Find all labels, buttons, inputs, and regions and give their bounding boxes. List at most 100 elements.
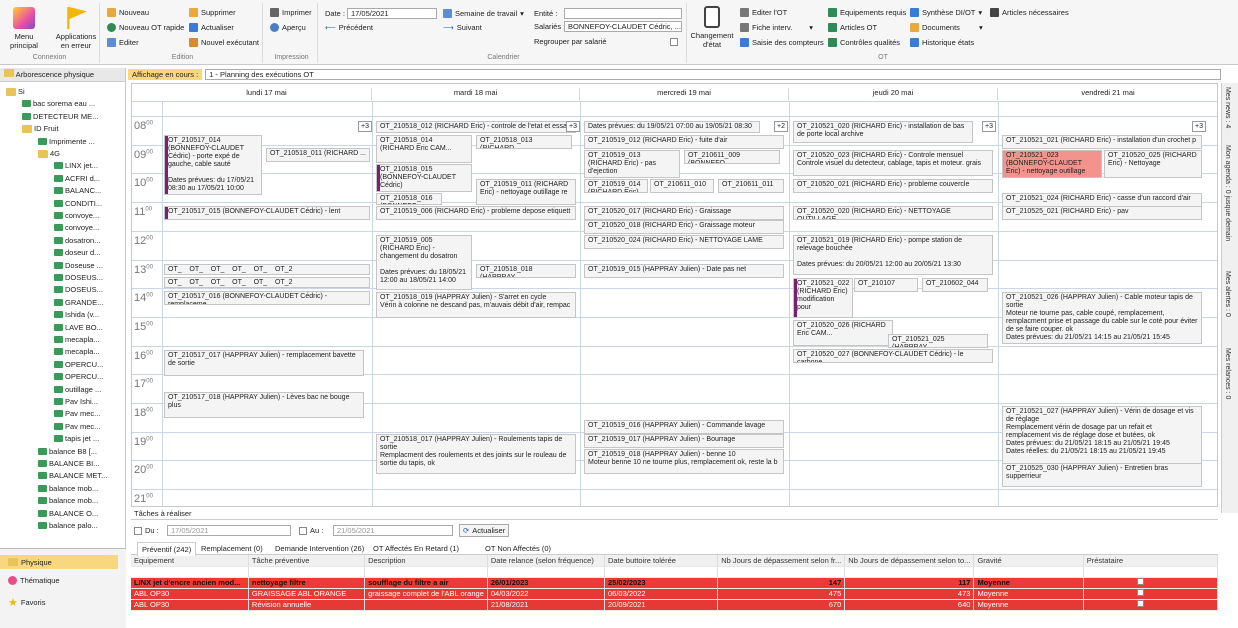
tasks-tab[interactable]: Demande Intervention (26) [271,542,368,555]
column-header[interactable]: Equipement [131,555,249,567]
calendar-event[interactable]: OT_210519_005 (RICHARD Eric) - changemen… [376,235,472,290]
tree-node[interactable]: BALANC... [54,185,101,196]
entite-input[interactable] [564,8,682,19]
nouveau-button[interactable]: Nouveau [107,8,149,17]
tree-node[interactable]: mecapla... [54,334,100,345]
mes-relances-tab[interactable]: Mes relances : 0 [1224,348,1231,399]
tree-node[interactable]: Pav mec... [54,421,100,432]
calendar-event[interactable]: OT_210520_026 (RICHARD Eric CAM... [793,320,893,346]
fiche-interv-dropdown[interactable]: Fiche interv. ▾ [740,23,813,32]
column-header[interactable]: Gravité [973,555,1084,567]
tree-node[interactable]: tapis jet ... [54,433,99,444]
filter-cell[interactable] [487,566,605,578]
calendar-event[interactable]: OT_210521_024 (RICHARD Eric) - casse d'u… [1002,193,1202,207]
calendar-event[interactable]: OT_ OT_ OT_ OT_ OT_ OT_2 [164,277,370,288]
date-input[interactable]: 17/05/2021 [347,8,437,19]
du-checkbox[interactable]: Du : [134,526,159,535]
tree-node[interactable]: outillage ... [54,384,101,395]
column-header[interactable]: Nb Jours de dépassement selon to... [844,555,975,567]
tree-node[interactable]: DETECTEUR ME... [22,111,98,122]
calendar-event[interactable]: Dates prévues: du 19/05/21 07:00 au 19/0… [584,121,760,133]
equipements-requis-button[interactable]: Equipements requis [828,8,906,17]
tree-node[interactable]: convoye... [54,210,99,221]
filter-cell[interactable] [364,566,488,578]
prestataire-checkbox[interactable] [1136,578,1144,585]
calendar-event[interactable]: OT_210517_016 (BONNEFOY-CLAUDET Cédric) … [164,291,370,305]
tasks-table[interactable]: Equipement Tâche préventive Description Dat… [131,555,1219,611]
tree-node[interactable]: 4G [38,148,60,159]
regrouper-checkbox[interactable]: Regrouper par salarié [534,37,678,46]
calendar-event[interactable]: OT_210517_018 (HAPPRAY Julien) - Lèves b… [164,392,364,418]
calendar-event[interactable]: OT_210521_023 (BONNEFOY-CLAUDET Eric) - … [1002,150,1102,178]
calendar-event[interactable]: OT_210521_019 (RICHARD Eric) - pompe sta… [793,235,993,275]
more-events-button[interactable]: +2 [774,121,788,132]
filter-cell[interactable] [844,566,975,578]
apercu-button[interactable]: Aperçu [270,23,306,32]
tasks-tab[interactable]: Préventif (242) [137,542,197,556]
nouvel-executant-button[interactable]: Nouvel exécutant [189,38,259,47]
tasks-tab[interactable]: OT Non Affectés (0) [481,542,555,555]
tree-node[interactable]: ID Fruit [22,123,59,134]
calendar-event[interactable]: OT_210602_044 [922,278,988,292]
more-events-button[interactable]: +3 [358,121,372,132]
calendar-event[interactable]: OT_210521_025 (HAPPRAY... [888,334,988,348]
column-header[interactable]: Nb Jours de dépassement selon fr... [717,555,846,567]
calendar-event[interactable]: OT_210520_017 (RICHARD Eric) - Graissage [584,206,784,220]
calendar-event[interactable]: OT_210518_012 (RICHARD Eric) - controle … [376,121,576,133]
salaries-input[interactable]: BONNEFOY-CLAUDET Cédric, ... [564,21,682,32]
more-events-button[interactable]: +3 [1192,121,1206,132]
column-header[interactable]: Tâche préventive [248,555,366,567]
column-header[interactable]: Date buttoire tolérée [604,555,719,567]
documents-dropdown[interactable]: Documents ▾ [910,23,983,32]
tree-node[interactable]: balance mob... [38,483,98,494]
filter-cell[interactable] [131,566,249,578]
tree-node[interactable]: balance B8 [... [38,446,97,457]
calendar-event[interactable]: OT_210520_027 (BONNEFOY-CLAUDET Cédric) … [793,349,993,363]
nav-favoris[interactable]: ★ Favoris [8,596,45,609]
calendar-event[interactable]: OT_210107 [854,278,918,292]
tasks-tab[interactable]: Remplacement (0) [197,542,267,555]
prestataire-checkbox[interactable] [1136,600,1144,607]
affichage-value[interactable]: 1 - Planning des exécutions OT [205,69,1221,80]
calendar-event[interactable]: OT_210518_011 (RICHARD ... [266,148,370,162]
filter-cell[interactable] [248,566,366,578]
tree-node[interactable]: OPERCU... [54,371,103,382]
calendar-event[interactable]: OT_210519_011 (RICHARD Eric) - nettoyage… [476,179,576,205]
semaine-travail-dropdown[interactable]: Semaine de travail ▾ [443,9,524,18]
tree-node[interactable]: Si [6,86,25,97]
filter-row[interactable] [131,566,1219,578]
calendar-event[interactable]: OT_210518_017 (HAPPRAY Julien) - Rouleme… [376,434,576,474]
calendar-event[interactable]: OT_210520_024 (RICHARD Eric) - NETTOYAGE… [584,235,784,249]
tree-node[interactable]: GRANDE... [54,297,103,308]
calendar-event[interactable]: OT_210520_018 (RICHARD Eric) - Graissage… [584,220,784,234]
tree-node[interactable]: bac sorema eau ... [22,98,95,109]
tree-node[interactable]: DOSEUS... [54,272,103,283]
calendar-event[interactable]: OT_210520_023 (RICHARD Eric) - Controle … [793,150,993,176]
filter-cell[interactable] [1083,566,1219,578]
prestataire-checkbox[interactable] [1136,589,1144,596]
tree-node[interactable]: BALANCE MET... [38,470,107,481]
tree-node[interactable]: LAVE BO... [54,322,103,333]
tree-node[interactable]: convoye... [54,222,99,233]
calendar-event[interactable]: OT_210518_015 (BONNEFOY-CLAUDET Cédric) [376,164,472,192]
tree-node[interactable]: Pav mec... [54,408,100,419]
table-row[interactable]: LINX jet d'encre ancien mod... nettoyage … [131,577,1219,589]
calendar-event[interactable]: OT_210525_030 (HAPPRAY Julien) - Entreti… [1002,463,1202,487]
tree-node[interactable]: Ishida (v... [54,309,99,320]
du-input[interactable]: 17/05/2021 [167,525,291,536]
calendar-event[interactable]: OT_210521_020 (RICHARD Eric) - installat… [793,121,973,143]
calendar-event[interactable]: OT_210521_021 (RICHARD Eric) - installat… [1002,135,1202,149]
calendar-event[interactable]: OT_210519_006 (RICHARD Eric) - probleme … [376,206,576,220]
calendar-event[interactable]: OT_210517_017 (HAPPRAY Julien) - remplac… [164,350,364,376]
calendar-event[interactable]: OT_210611_010 [650,179,714,193]
articles-ot-button[interactable]: Articles OT [828,23,877,32]
tree-node[interactable]: doseur d... [54,247,100,258]
column-header[interactable]: Description [364,555,488,567]
calendar-event[interactable]: OT_ OT_ OT_ OT_ OT_ OT_2 [164,264,370,275]
table-row[interactable]: ABL OP30 GRAISSAGE ABL ORANGE graissage co… [131,588,1219,600]
calendar-event[interactable]: OT_210518_019 (HAPPRAY Julien) - S'arret… [376,292,576,318]
changement-etat-button[interactable]: Changement d'état [690,6,734,49]
tree-node[interactable]: Doseuse ... [54,260,103,271]
calendar-event[interactable]: OT_210517_014 (BONNEFOY-CLAUDET Cédric) … [164,135,262,195]
actualiser-ribbon-button[interactable]: Actualiser [189,23,234,32]
